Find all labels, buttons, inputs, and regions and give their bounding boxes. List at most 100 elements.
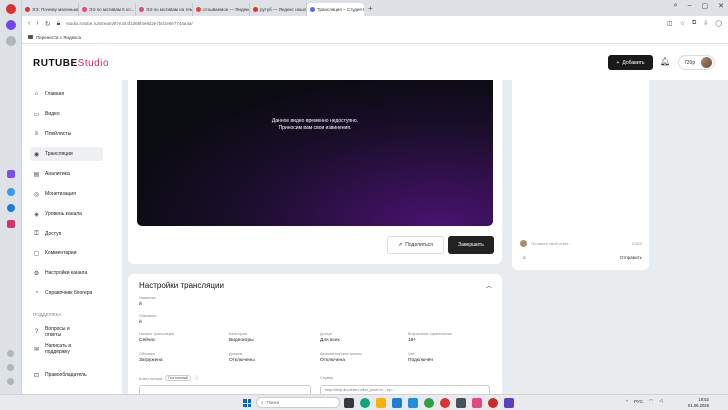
social-icon[interactable] — [7, 170, 15, 178]
reload-icon[interactable]: ↻ — [45, 20, 51, 28]
system-tray: ^ РУС ◠ ◁ — [626, 398, 663, 404]
vk-icon[interactable] — [7, 204, 15, 212]
winrar-icon[interactable] — [472, 398, 482, 408]
sidebar-item[interactable]: ◔ Справочник блогера — [30, 286, 103, 300]
stream-key-input[interactable] — [139, 385, 311, 394]
url-field[interactable]: studio.rutube.ru/stream/87e344f1d68f4e8d… — [66, 21, 661, 26]
chat-counter: 0/300 — [631, 241, 642, 246]
help-icon[interactable]: ⓘ — [194, 375, 198, 381]
sidebar-item[interactable]: ⌂ Главная — [30, 87, 103, 101]
add-button[interactable]: + Добавить — [608, 55, 653, 70]
sidebar-item-label: Видео — [45, 111, 60, 117]
tray-chevron-icon[interactable]: ^ — [626, 399, 628, 404]
minimize-icon[interactable]: – — [688, 2, 692, 10]
sidebar-item-icon: ⚙ — [33, 270, 40, 277]
opera-icon[interactable] — [488, 398, 498, 408]
tab-label: ЭЭ: Почему маленький... — [32, 7, 79, 12]
secure-lock-icon[interactable]: 🔒︎ — [57, 20, 61, 28]
video-player[interactable]: Данное видео временно недоступно. Принос… — [137, 80, 493, 226]
chevron-up-icon[interactable]: ︿ — [486, 281, 492, 290]
sidebar-item-icon: ⊡ — [33, 372, 40, 379]
share-button-label: Поделиться — [405, 242, 433, 248]
taskbar-search[interactable]: ⌕ Поиск — [256, 397, 340, 408]
settings-title: Настройки трансляции — [139, 281, 224, 290]
telegram-icon[interactable] — [7, 188, 15, 196]
home-icon[interactable] — [6, 36, 16, 46]
settings-field: Автоматическая запись Отключена — [320, 352, 362, 363]
emoji-icon[interactable]: ☺ — [522, 255, 527, 260]
bookmark-import-link[interactable]: Перенести с Яндекса — [36, 35, 81, 40]
volume-icon[interactable]: ◁ — [659, 398, 662, 404]
browser-tab[interactable]: рутуб — Яндекс нашлось× — [250, 3, 307, 16]
forward-icon[interactable]: › — [36, 20, 38, 27]
sidebar-item[interactable]: ▭ Видео — [30, 107, 103, 121]
sidebar-item[interactable]: ◈ Уровень канала — [30, 207, 103, 221]
finish-stream-button[interactable]: Завершить — [448, 236, 494, 254]
sidebar-section-support: ПОДДЕРЖКА — [33, 312, 62, 317]
tab-favicon-icon — [310, 7, 315, 12]
notifications-bell-icon[interactable]: 🔔︎ — [660, 57, 670, 66]
edge-icon[interactable] — [360, 398, 370, 408]
start-button[interactable] — [243, 399, 251, 407]
task-view-icon[interactable] — [344, 398, 354, 408]
close-window-icon[interactable]: ✕ — [718, 2, 724, 10]
sidebar-item-icon: ? — [34, 329, 39, 335]
browser-tab[interactable]: ЭЭ по мотивам 5 кл...× — [79, 3, 136, 16]
browser-tab[interactable]: отзываемое — Яндекс...× — [193, 3, 250, 16]
steam-icon[interactable] — [392, 398, 402, 408]
taskbar-apps — [344, 398, 514, 408]
stream-key-badge: Постоянный — [165, 375, 192, 381]
sidebar-support-item[interactable]: ✉ Написать в поддержку — [30, 342, 103, 356]
share-button[interactable]: ⇗ Поделиться — [387, 236, 444, 254]
heart-icon[interactable] — [7, 350, 14, 357]
sidebar-item[interactable]: ⚙ Настройки канала — [30, 266, 103, 280]
browser-tab[interactable]: ЭЭ по мотивам на тем...× — [136, 3, 193, 16]
sidebar-support-item[interactable]: ⊡ Правообладатель — [30, 368, 103, 382]
opera-logo-icon[interactable] — [6, 4, 16, 14]
sidebar-support-item[interactable]: ? Вопросы и ответы — [30, 325, 103, 339]
sidebar-item[interactable]: ◉ Трансляции — [30, 147, 103, 161]
chat-input-row[interactable]: Оставьте свой ответ... 0/300 — [520, 240, 642, 247]
yandex-icon[interactable] — [440, 398, 450, 408]
messenger-icon[interactable] — [6, 20, 16, 30]
app-icon[interactable] — [456, 398, 466, 408]
browser-tab[interactable]: ЭЭ: Почему маленький...× — [22, 3, 79, 16]
settings-field: Возрастное ограничение 18+ — [408, 332, 452, 343]
chat-input[interactable]: Оставьте свой ответ... — [531, 241, 572, 246]
explorer-icon[interactable] — [376, 398, 386, 408]
search-tabs-icon[interactable]: ⌕ — [674, 2, 678, 10]
browser-tab[interactable]: Трансляция – Студия RUTUBE× — [307, 3, 364, 16]
xbox-icon[interactable] — [424, 398, 434, 408]
settings-field-value: Сейчас — [139, 338, 156, 343]
extensions-icon[interactable]: ⧉ — [692, 20, 696, 27]
settings-field-value: Для всех — [320, 338, 340, 343]
sidebar-item-icon: ⚿ — [34, 230, 39, 237]
instagram-icon[interactable] — [7, 220, 15, 228]
sidebar-item[interactable]: ▢ Комментарии — [30, 246, 103, 260]
sidebar-item[interactable]: ≡ Плейлисты — [30, 127, 103, 141]
sidebar-item[interactable]: ◎ Монетизация — [30, 187, 103, 201]
store-icon[interactable] — [408, 398, 418, 408]
back-icon[interactable]: ‹ — [28, 20, 30, 27]
chat-send-button[interactable]: Отправить — [620, 255, 642, 260]
rutube-studio-logo[interactable]: RUTUBEStudio — [33, 58, 109, 69]
sidebar-item[interactable]: ⚿ Доступ — [30, 227, 103, 241]
server-url-input[interactable]: rtmp://rtmp-lb.rutube.ru/live_push?s=...… — [320, 385, 490, 394]
camera-icon[interactable]: ◫ — [667, 20, 673, 27]
maximize-icon[interactable]: ▢ — [702, 2, 709, 10]
profile-icon[interactable]: ◯ — [715, 20, 722, 27]
settings-field: Категория Видеоигры — [229, 332, 254, 343]
download-icon[interactable]: ⇩ — [703, 20, 708, 27]
sidebar-item[interactable]: ▤ Аналитика — [30, 167, 103, 181]
bookmark-star-icon[interactable]: ☆ — [680, 20, 685, 27]
history-icon[interactable] — [7, 364, 14, 371]
user-menu[interactable]: 720р — [678, 55, 715, 70]
new-tab-button[interactable]: + — [368, 4, 373, 13]
quality-label: 720р — [684, 59, 696, 66]
taskbar-clock[interactable]: 19:52 01.06.2026 — [688, 397, 709, 408]
network-icon[interactable]: ◠ — [649, 398, 653, 404]
settings-icon[interactable] — [7, 378, 14, 385]
app2-icon[interactable] — [504, 398, 514, 408]
language-indicator[interactable]: РУС — [634, 399, 643, 404]
sidebar-item-icon: ▤ — [33, 171, 40, 178]
